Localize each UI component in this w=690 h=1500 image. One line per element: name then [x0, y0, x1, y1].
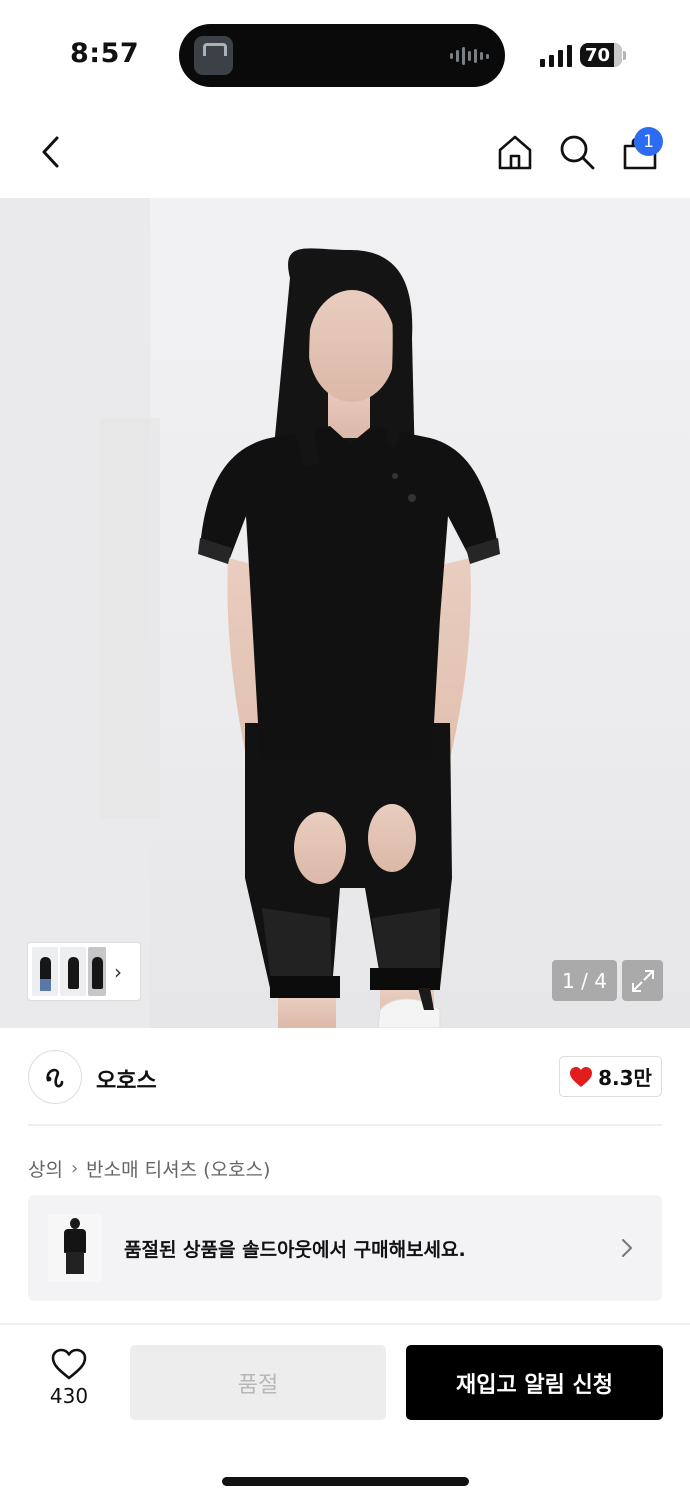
status-time: 8:57 — [70, 38, 140, 69]
expand-icon — [631, 969, 654, 992]
brand-logo-icon — [46, 1068, 64, 1088]
cellular-signal-icon — [540, 43, 572, 67]
brand-logo[interactable] — [28, 1050, 82, 1104]
banner-product-thumbnail — [48, 1214, 102, 1282]
breadcrumb: 상의 › 반소매 티셔츠 (오호스) — [28, 1155, 270, 1182]
wishlist-count: 430 — [49, 1384, 89, 1408]
wishlist-button[interactable]: 430 — [34, 1348, 104, 1418]
product-detail-screen: 8:57 70 1 › 1 / 4 오호스 8.3만 상의 › 반소매 티셔츠 … — [0, 0, 690, 1500]
cart-count-badge: 1 — [634, 127, 663, 156]
back-chevron-icon — [42, 136, 59, 168]
now-playing-thumbnail — [194, 36, 233, 75]
battery-nub — [623, 51, 626, 60]
chevron-right-icon — [622, 1239, 632, 1257]
model-photo — [0, 198, 500, 1028]
home-indicator[interactable] — [222, 1477, 469, 1486]
search-icon — [560, 135, 595, 170]
image-thumbnail-strip[interactable]: › — [27, 942, 141, 1001]
thumbnail-3[interactable] — [88, 947, 106, 996]
image-page-indicator: 1 / 4 — [552, 960, 617, 1001]
thumbnail-2[interactable] — [60, 947, 86, 996]
divider — [0, 1323, 690, 1325]
battery-icon: 70 — [580, 43, 622, 67]
breadcrumb-category[interactable]: 상의 — [28, 1155, 63, 1182]
heart-filled-icon — [570, 1066, 593, 1087]
banner-text: 품절된 상품을 솔드아웃에서 구매해보세요. — [124, 1238, 466, 1261]
back-button[interactable] — [30, 130, 70, 174]
divider — [28, 1124, 662, 1126]
battery-level: 70 — [585, 44, 611, 66]
heart-icon — [51, 1348, 87, 1380]
audio-wave-icon — [450, 46, 489, 66]
product-image[interactable] — [0, 198, 690, 1028]
dynamic-island — [179, 24, 505, 87]
breadcrumb-separator-icon: › — [70, 1158, 79, 1179]
brand-name[interactable]: 오호스 — [96, 1063, 157, 1095]
thumbnail-next-icon: › — [114, 959, 122, 984]
home-icon — [498, 135, 532, 170]
thumbnail-1[interactable] — [32, 947, 58, 996]
expand-image-button[interactable] — [622, 960, 663, 1001]
brand-like-button[interactable]: 8.3만 — [559, 1056, 662, 1097]
restock-alert-button[interactable]: 재입고 알림 신청 — [406, 1345, 663, 1420]
home-button[interactable] — [494, 130, 536, 174]
soldout-button: 품절 — [130, 1345, 386, 1420]
brand-like-count: 8.3만 — [598, 1066, 652, 1090]
soldout-promo-banner[interactable]: 품절된 상품을 솔드아웃에서 구매해보세요. — [28, 1195, 662, 1301]
breadcrumb-subcategory[interactable]: 반소매 티셔츠 (오호스) — [86, 1155, 270, 1182]
search-button[interactable] — [556, 130, 598, 174]
